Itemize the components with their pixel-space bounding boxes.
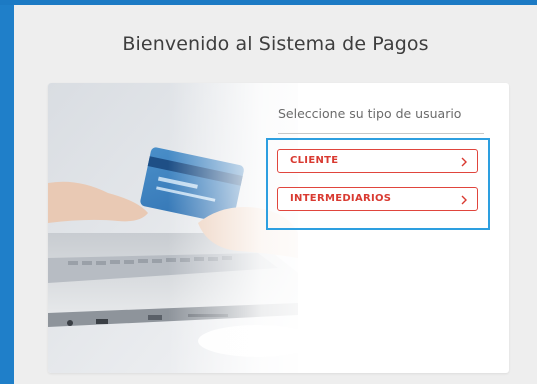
intermediarios-button-label: INTERMEDIARIOS [290,193,392,204]
user-type-card: Seleccione su tipo de usuario CLIENTE IN… [48,83,509,373]
chevron-right-icon [461,195,467,205]
page-container: Bienvenido al Sistema de Pagos Seleccion… [14,5,537,384]
user-type-prompt: Seleccione su tipo de usuario [278,106,462,121]
page-title: Bienvenido al Sistema de Pagos [122,33,429,55]
cliente-button-label: CLIENTE [290,155,339,166]
prompt-divider [278,133,484,134]
intermediarios-button[interactable]: INTERMEDIARIOS [277,187,478,211]
chevron-right-icon [461,157,467,167]
cliente-button[interactable]: CLIENTE [277,149,478,173]
